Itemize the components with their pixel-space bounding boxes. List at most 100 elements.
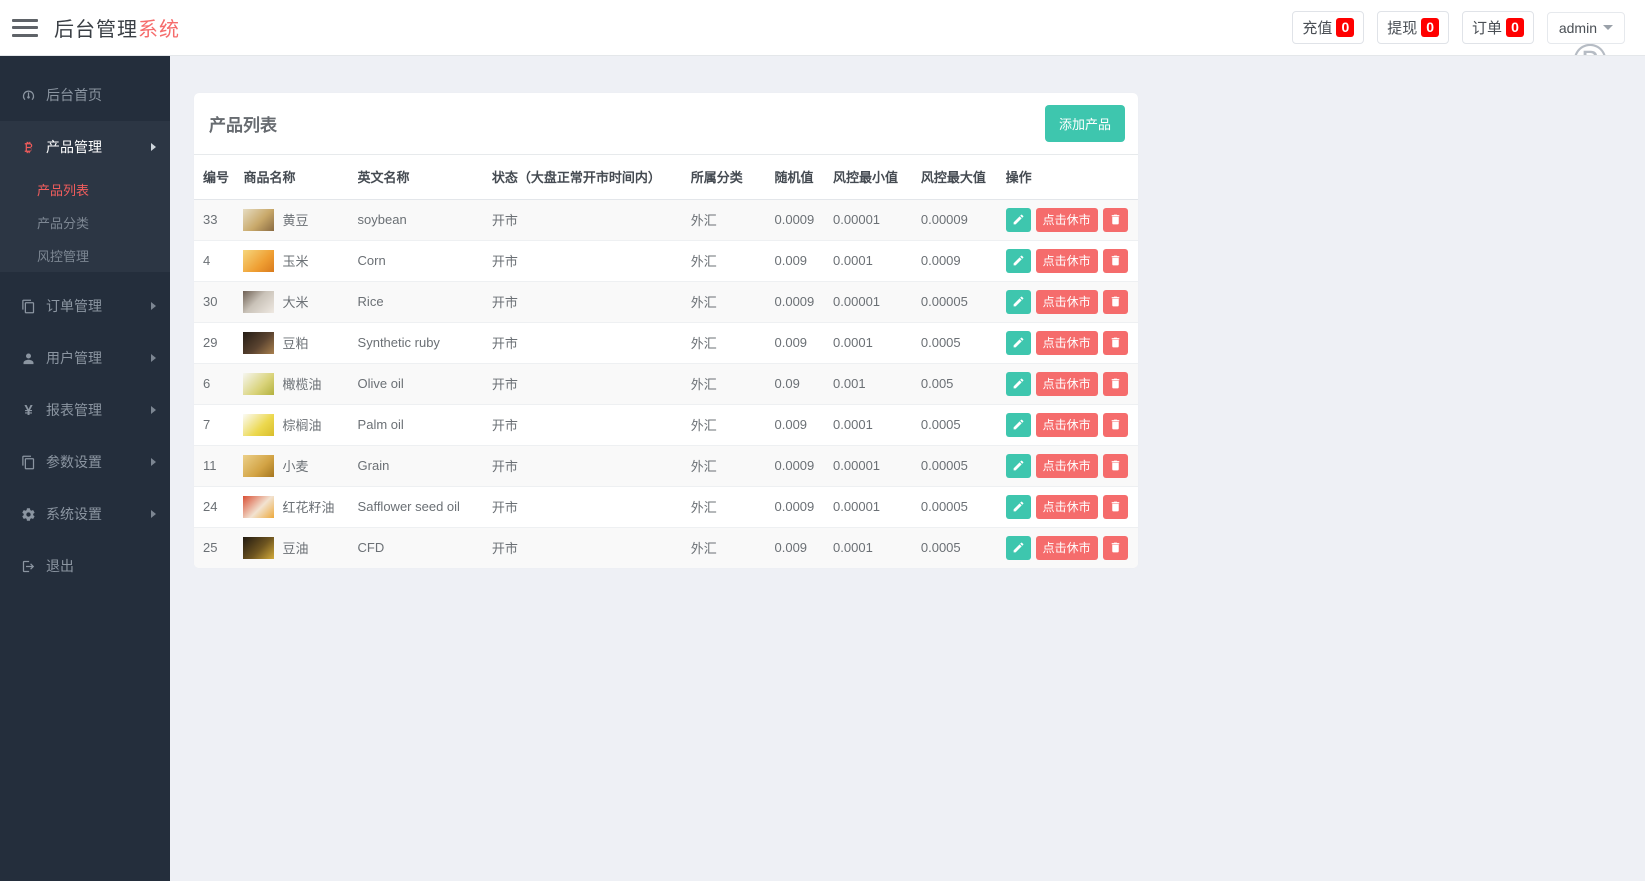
edit-button[interactable]	[1005, 248, 1031, 273]
edit-button[interactable]	[1005, 453, 1031, 478]
sidebar-subitem-risk-management[interactable]: 风控管理	[0, 239, 170, 272]
add-product-button[interactable]: 添加产品	[1044, 105, 1125, 142]
trash-icon	[1111, 378, 1119, 389]
sidebar-item-parameter-settings[interactable]: 参数设置	[0, 436, 170, 488]
cell-risk-min: 0.0001	[833, 526, 921, 568]
sidebar-item-order-management[interactable]: 订单管理	[0, 280, 170, 332]
orders-button[interactable]: 订单 0	[1462, 11, 1534, 44]
chevron-right-icon	[151, 406, 156, 414]
suspend-market-button[interactable]: 点击休市	[1035, 494, 1098, 519]
sidebar-subitem-product-list[interactable]: 产品列表	[0, 173, 170, 206]
delete-button[interactable]	[1102, 412, 1128, 437]
withdraw-count-badge: 0	[1421, 18, 1440, 37]
cell-product-id: 29	[194, 321, 244, 363]
sidebar-item-dashboard[interactable]: 后台首页	[0, 69, 170, 121]
cell-actions: 点击休市	[1005, 362, 1138, 404]
cell-risk-max: 0.0005	[920, 321, 1006, 363]
cell-category: 外汇	[690, 213, 717, 228]
cell-english-name: Palm oil	[357, 403, 492, 445]
cell-english-name: soybean	[357, 212, 407, 227]
gears-icon	[20, 507, 37, 522]
page-title: 产品列表	[209, 116, 277, 135]
product-name-label: 小麦	[282, 459, 309, 474]
delete-button[interactable]	[1102, 371, 1128, 396]
cell-product-id: 33	[203, 212, 218, 227]
cell-risk-max: 0.0005	[920, 403, 1006, 445]
column-header-random-value: 随机值	[774, 155, 834, 200]
wheat-photo	[243, 454, 275, 477]
suspend-market-button[interactable]: 点击休市	[1035, 289, 1098, 314]
suspend-market-button[interactable]: 点击休市	[1035, 412, 1098, 437]
cell-random-value: 0.0009	[774, 280, 834, 322]
table-row: 29 豆粕 Synthetic ruby 开市 外汇 0.009 0.0001 0.0005 点…	[194, 321, 1138, 363]
suspend-market-button[interactable]: 点击休市	[1035, 371, 1098, 396]
suspend-market-button[interactable]: 点击休市	[1035, 330, 1098, 355]
suspend-market-button[interactable]: 点击休市	[1035, 453, 1098, 478]
admin-dropdown[interactable]: admin	[1546, 11, 1625, 44]
recharge-button[interactable]: 充值 0	[1292, 11, 1365, 44]
delete-button[interactable]	[1102, 330, 1128, 355]
sidebar-item-label: 参数设置	[46, 454, 102, 470]
suspend-market-button[interactable]: 点击休市	[1035, 248, 1098, 273]
delete-button[interactable]	[1102, 289, 1128, 314]
sidebar-item-label: 退出	[46, 558, 74, 574]
cell-status: 开市	[491, 485, 691, 527]
sidebar-item-report-management[interactable]: ¥ 报表管理	[0, 384, 170, 436]
app-title-red: 系统	[138, 19, 180, 41]
corn-photo	[243, 249, 275, 272]
delete-button[interactable]	[1102, 453, 1128, 478]
trash-icon	[1111, 542, 1119, 553]
delete-button[interactable]	[1102, 494, 1128, 519]
edit-button[interactable]	[1005, 412, 1031, 437]
cell-category: 外汇	[690, 321, 775, 363]
trash-icon	[1111, 255, 1119, 266]
cell-actions: 点击休市	[1005, 239, 1138, 281]
delete-button[interactable]	[1102, 207, 1128, 232]
chevron-right-icon	[151, 143, 156, 151]
edit-button[interactable]	[1005, 330, 1031, 355]
admin-username: admin	[1558, 19, 1597, 36]
withdraw-button[interactable]: 提现 0	[1377, 11, 1450, 44]
cell-category: 外汇	[690, 362, 775, 404]
cell-risk-max: 0.00005	[920, 444, 1006, 486]
suspend-market-button[interactable]: 点击休市	[1035, 535, 1098, 560]
delete-button[interactable]	[1102, 535, 1128, 560]
cell-product-name: 小麦	[243, 444, 358, 486]
cell-risk-min: 0.001	[833, 362, 921, 404]
delete-button[interactable]	[1102, 248, 1128, 273]
sidebar-item-system-settings[interactable]: 系统设置	[0, 488, 170, 540]
cell-random-value: 0.0009	[774, 485, 834, 527]
pencil-icon	[1013, 214, 1024, 225]
edit-button[interactable]	[1005, 207, 1031, 232]
edit-button[interactable]	[1005, 494, 1031, 519]
cell-product-id: 11	[194, 444, 244, 486]
pencil-icon	[1013, 501, 1024, 512]
sidebar-item-product-management[interactable]: 产品管理	[0, 121, 170, 173]
cell-product-name: 豆油	[243, 526, 358, 568]
edit-button[interactable]	[1005, 289, 1031, 314]
sidebar: 后台首页 产品管理 产品列表 产品分类 风控管理 订单管理 用户管理 ¥ 报表管…	[0, 56, 170, 881]
soybean-oil-photo	[243, 536, 275, 559]
orders-icon	[20, 299, 37, 314]
edit-button[interactable]	[1005, 371, 1031, 396]
cell-status: 开市	[491, 239, 691, 281]
sidebar-item-user-management[interactable]: 用户管理	[0, 332, 170, 384]
edit-button[interactable]	[1005, 535, 1031, 560]
cell-status: 开市	[491, 213, 518, 228]
top-header: 后台管理系统 充值 0 提现 0 订单 0 admin ®	[0, 0, 1645, 56]
trash-icon	[1111, 501, 1119, 512]
trash-icon	[1111, 419, 1119, 430]
cell-english-name: Rice	[357, 280, 492, 322]
sidebar-subitem-product-category[interactable]: 产品分类	[0, 206, 170, 239]
cell-status: 开市	[491, 362, 691, 404]
cell-risk-max: 0.0005	[920, 526, 1006, 568]
pencil-icon	[1013, 542, 1024, 553]
cell-product-id: 4	[194, 239, 244, 281]
cell-english-name: Grain	[357, 444, 492, 486]
sidebar-item-logout[interactable]: 退出	[0, 540, 170, 592]
product-name-label: 豆粕	[282, 336, 309, 351]
sidebar-item-label: 用户管理	[46, 350, 102, 366]
cell-actions: 点击休市	[1005, 280, 1138, 322]
hamburger-menu-icon[interactable]	[12, 18, 38, 37]
suspend-market-button[interactable]: 点击休市	[1035, 207, 1098, 232]
